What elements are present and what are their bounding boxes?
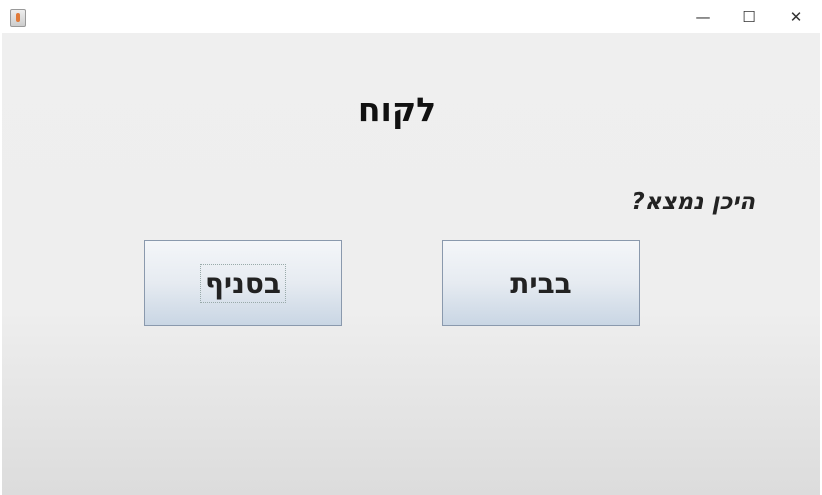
minimize-button[interactable]: —	[680, 0, 726, 33]
home-button[interactable]: בבית	[442, 240, 640, 326]
page-title: לקוח	[357, 90, 437, 129]
title-bar: — ☐ ✕	[0, 0, 822, 33]
question-label: היכן נמצא?	[631, 189, 755, 215]
content-pane: לקוח היכן נמצא? בסניף בבית	[2, 33, 820, 495]
maximize-button[interactable]: ☐	[726, 0, 772, 33]
branch-button-label: בסניף	[200, 263, 286, 303]
close-button[interactable]: ✕	[773, 0, 819, 33]
java-app-icon	[10, 9, 26, 27]
home-button-label: בבית	[510, 266, 572, 300]
branch-button[interactable]: בסניף	[144, 240, 342, 326]
